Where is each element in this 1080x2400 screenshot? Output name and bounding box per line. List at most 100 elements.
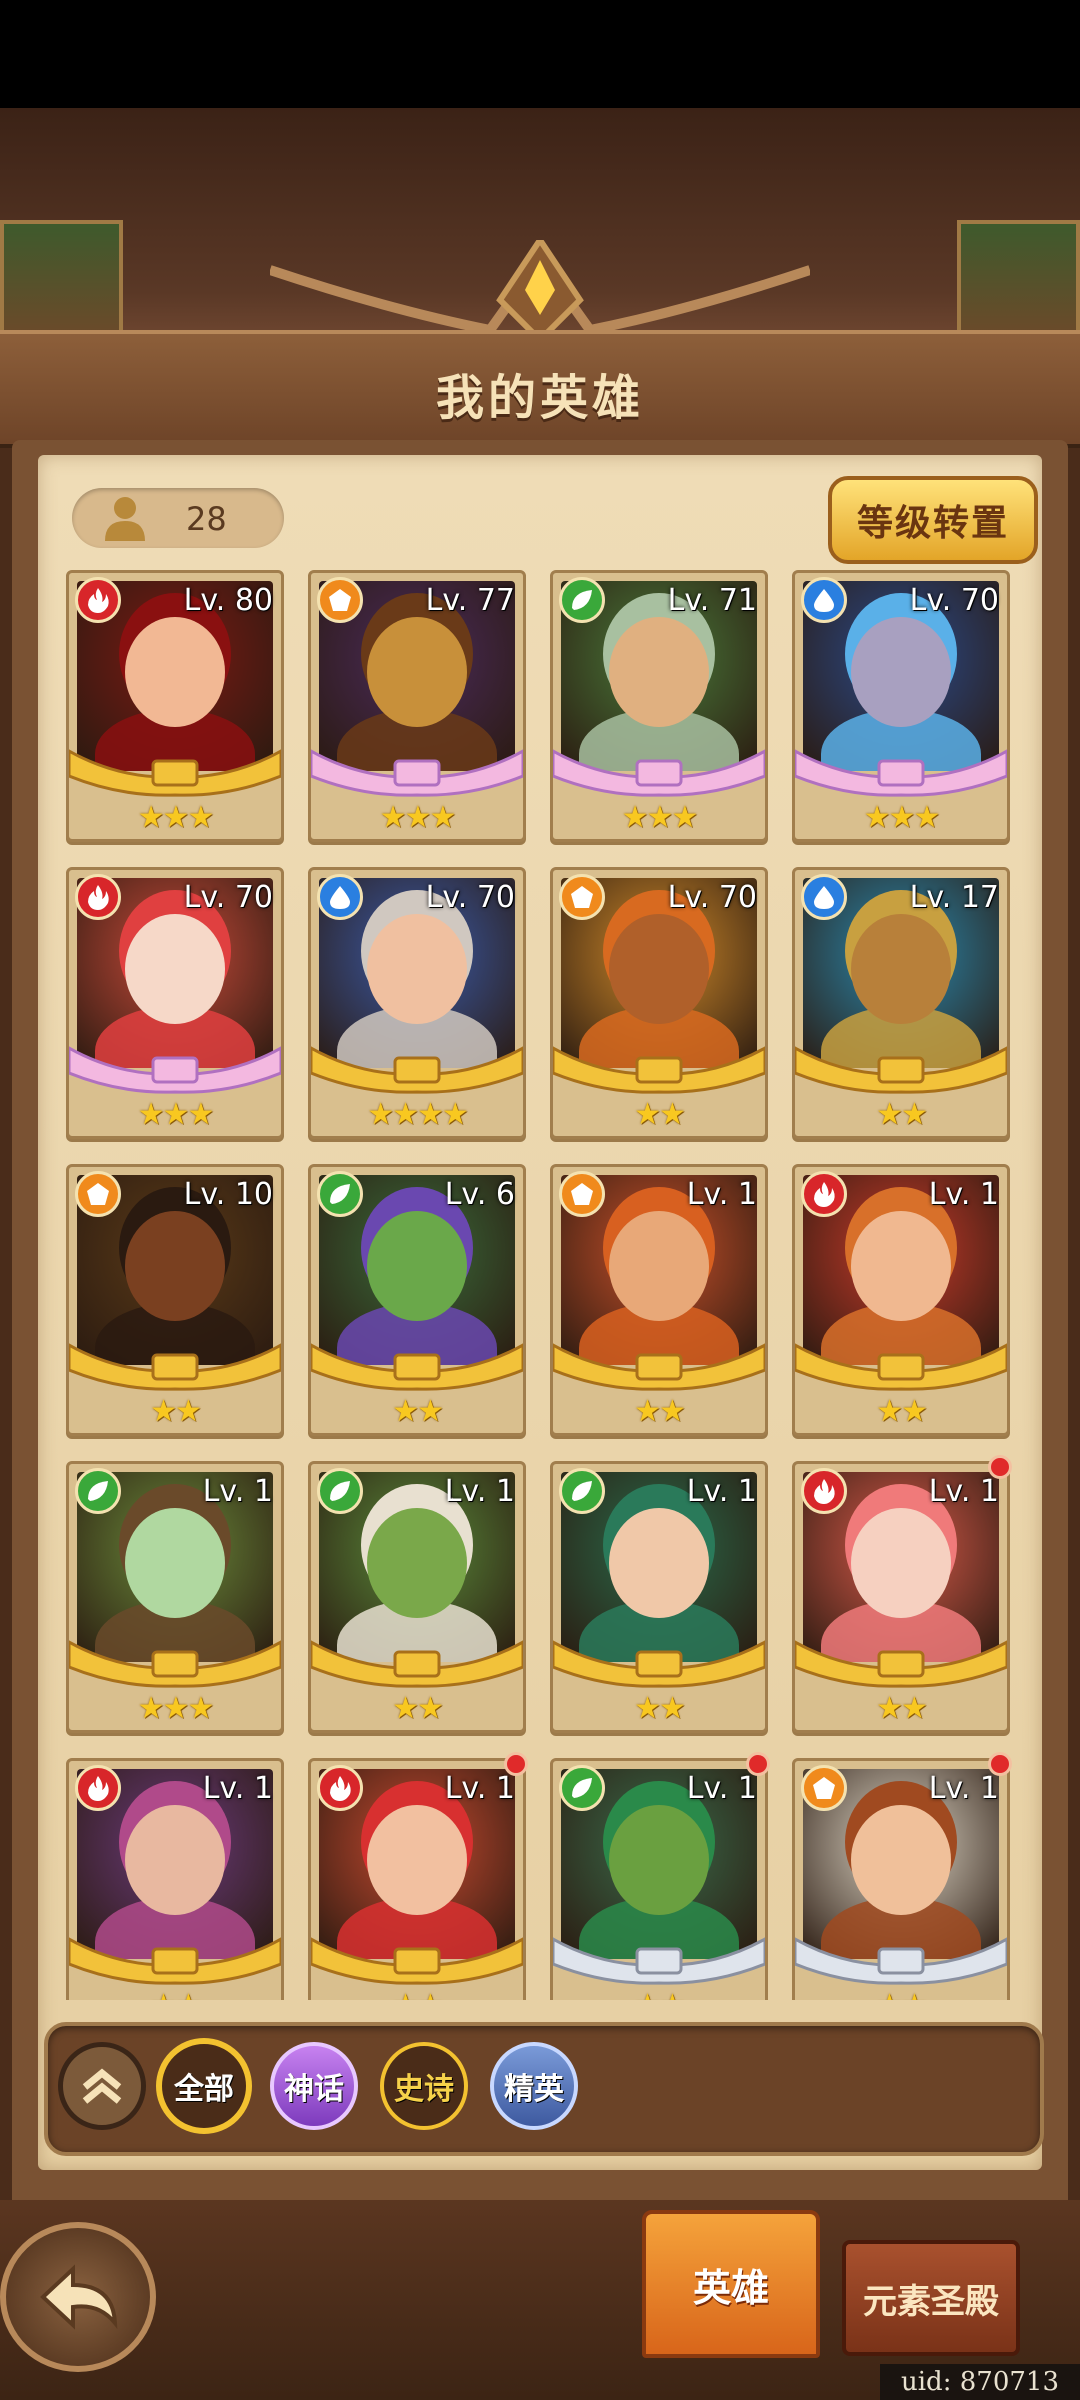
hero-level: Lv. 70 xyxy=(667,880,757,915)
fire-element-icon xyxy=(801,1468,847,1514)
star-rating: ★★ xyxy=(392,1394,444,1429)
rank-frame-decoration xyxy=(553,1343,765,1391)
rank-frame-decoration xyxy=(795,1046,1007,1094)
star-rating: ★★ xyxy=(553,1988,765,2000)
star-rating: ★★★ xyxy=(621,800,699,835)
rank-frame-decoration xyxy=(311,1937,523,1985)
hero-level: Lv. 1 xyxy=(444,1771,515,1806)
hero-card[interactable]: Lv. 1 ★★ xyxy=(792,1461,1010,1733)
notification-dot xyxy=(988,1752,1012,1776)
rank-frame-decoration xyxy=(311,1640,523,1688)
hero-card[interactable]: Lv. 1 ★★ xyxy=(792,1164,1010,1436)
earth-element-icon xyxy=(559,1171,605,1217)
star-rating: ★★ xyxy=(876,1691,928,1726)
hero-level: Lv. 1 xyxy=(686,1474,757,1509)
filter-myth-button[interactable]: 神话 xyxy=(270,2042,358,2130)
hero-level: Lv. 1 xyxy=(202,1474,273,1509)
rank-frame-decoration xyxy=(553,749,765,797)
hero-level: Lv. 1 xyxy=(444,1474,515,1509)
hero-card[interactable]: Lv. 70 ★★★ xyxy=(66,867,284,1139)
star-rating: ★★★ xyxy=(379,800,457,835)
star-rating: ★★ xyxy=(795,1988,1007,2000)
notification-dot xyxy=(504,1752,528,1776)
notification-dot xyxy=(988,1455,1012,1479)
rank-frame-decoration xyxy=(69,1046,281,1094)
rank-frame-decoration xyxy=(69,1640,281,1688)
back-arrow-icon xyxy=(40,2264,118,2330)
rank-frame-decoration xyxy=(795,1343,1007,1391)
hero-level: Lv. 10 xyxy=(183,1177,273,1212)
hero-card[interactable]: Lv. 80 ★★★ xyxy=(66,570,284,842)
collapse-button[interactable] xyxy=(58,2042,146,2130)
hero-card[interactable]: Lv. 1 ★★ xyxy=(308,1461,526,1733)
rank-frame-decoration xyxy=(553,1937,765,1985)
hero-level: Lv. 17 xyxy=(909,880,999,915)
star-rating: ★★ xyxy=(634,1691,686,1726)
status-bar xyxy=(0,0,1080,108)
rank-frame-decoration xyxy=(795,1937,1007,1985)
nature-element-icon xyxy=(559,1765,605,1811)
nature-element-icon xyxy=(559,577,605,623)
tab-hero[interactable]: 英雄 xyxy=(642,2210,820,2358)
hero-level: Lv. 1 xyxy=(202,1771,273,1806)
uid-label: uid: 870713 xyxy=(880,2364,1080,2400)
fire-element-icon xyxy=(317,1765,363,1811)
hero-level: Lv. 1 xyxy=(686,1771,757,1806)
left-pillar-decoration xyxy=(0,220,123,338)
hero-card[interactable]: Lv. 1 ★★ xyxy=(550,1758,768,2000)
star-rating: ★★★ xyxy=(137,1691,215,1726)
hero-card[interactable]: Lv. 17 ★★ xyxy=(792,867,1010,1139)
star-rating: ★★ xyxy=(69,1988,281,2000)
star-rating: ★★ xyxy=(392,1691,444,1726)
hero-level: Lv. 70 xyxy=(183,880,273,915)
star-rating: ★★ xyxy=(876,1097,928,1132)
hero-level: Lv. 71 xyxy=(667,583,757,618)
fire-element-icon xyxy=(801,1171,847,1217)
tab-element-temple[interactable]: 元素圣殿 xyxy=(842,2240,1020,2356)
hero-level: Lv. 1 xyxy=(928,1771,999,1806)
hero-card[interactable]: Lv. 1 ★★ xyxy=(550,1164,768,1436)
hero-level: Lv. 70 xyxy=(909,583,999,618)
hero-card[interactable]: Lv. 71 ★★★ xyxy=(550,570,768,842)
star-rating: ★★ xyxy=(150,1394,202,1429)
right-pillar-decoration xyxy=(957,220,1080,338)
nature-element-icon xyxy=(317,1171,363,1217)
rank-frame-decoration xyxy=(311,1343,523,1391)
hero-count: 28 xyxy=(186,500,227,538)
star-rating: ★★ xyxy=(876,1394,928,1429)
hero-level: Lv. 77 xyxy=(425,583,515,618)
hero-card[interactable]: Lv. 1 ★★ xyxy=(66,1758,284,2000)
person-icon xyxy=(105,497,145,541)
hero-card[interactable]: Lv. 1 ★★★ xyxy=(66,1461,284,1733)
hero-card[interactable]: Lv. 1 ★★ xyxy=(308,1758,526,2000)
nature-element-icon xyxy=(559,1468,605,1514)
filter-all-button[interactable]: 全部 xyxy=(156,2038,252,2134)
back-button[interactable] xyxy=(0,2222,156,2372)
double-chevron-up-icon xyxy=(82,2068,122,2104)
star-rating: ★★★ xyxy=(137,800,215,835)
rank-frame-decoration xyxy=(311,1046,523,1094)
level-transfer-button[interactable]: 等级转置 xyxy=(828,476,1038,564)
hero-level: Lv. 1 xyxy=(928,1474,999,1509)
star-rating: ★★ xyxy=(311,1988,523,2000)
nature-element-icon xyxy=(75,1468,121,1514)
hero-card[interactable]: Lv. 77 ★★★ xyxy=(308,570,526,842)
filter-epic-button[interactable]: 史诗 xyxy=(380,2042,468,2130)
hero-card[interactable]: Lv. 70 ★★★ xyxy=(792,570,1010,842)
hero-card[interactable]: Lv. 70 ★★★★ xyxy=(308,867,526,1139)
hero-card[interactable]: Lv. 6 ★★ xyxy=(308,1164,526,1436)
rank-frame-decoration xyxy=(553,1046,765,1094)
hero-card[interactable]: Lv. 1 ★★ xyxy=(550,1461,768,1733)
hero-level: Lv. 1 xyxy=(686,1177,757,1212)
hero-card[interactable]: Lv. 70 ★★ xyxy=(550,867,768,1139)
star-rating: ★★★ xyxy=(863,800,941,835)
fire-element-icon xyxy=(75,874,121,920)
star-rating: ★★★★ xyxy=(367,1097,469,1132)
hero-card[interactable]: Lv. 1 ★★ xyxy=(792,1758,1010,2000)
hero-card[interactable]: Lv. 10 ★★ xyxy=(66,1164,284,1436)
hero-level: Lv. 1 xyxy=(928,1177,999,1212)
rank-frame-decoration xyxy=(795,1640,1007,1688)
filter-elite-button[interactable]: 精英 xyxy=(490,2042,578,2130)
hero-grid: Lv. 80 ★★★ Lv. 77 ★★★ Lv. 71 ★★★ Lv. 70 ★★★ Lv. … xyxy=(66,570,1016,2000)
hero-level: Lv. 80 xyxy=(183,583,273,618)
